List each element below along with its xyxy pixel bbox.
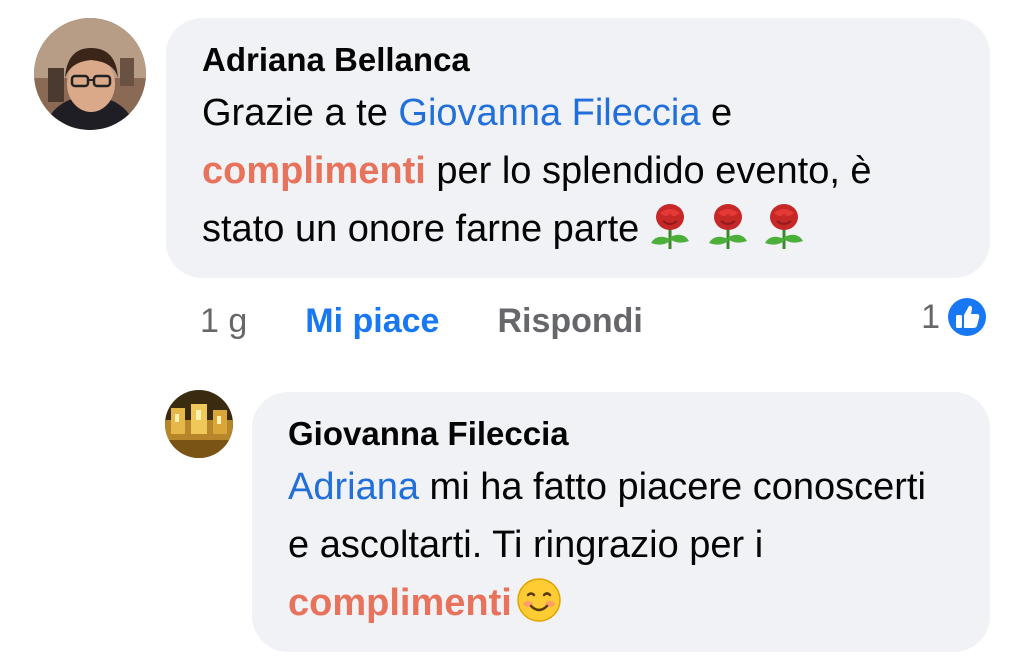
comment-bubble: Adriana Bellanca Grazie a te Giovanna Fi…	[166, 18, 990, 278]
comment-text-part: e	[700, 92, 733, 134]
rose-icon	[643, 203, 809, 266]
comment-thread: Adriana Bellanca Grazie a te Giovanna Fi…	[0, 0, 1024, 668]
profile-photo-giovanna	[165, 390, 233, 458]
reply-button[interactable]: Rispondi	[497, 302, 642, 341]
thumbs-up-icon	[944, 294, 990, 340]
reply-bubble: Giovanna Fileccia Adriana mi ha fatto pi…	[252, 392, 990, 652]
comment-timestamp[interactable]: 1 g	[200, 302, 247, 341]
mention-link[interactable]: Giovanna Fileccia	[398, 92, 700, 134]
smiling-face-icon	[516, 577, 562, 640]
comment-actions: 1 g Mi piace Rispondi	[200, 296, 643, 346]
avatar[interactable]	[34, 18, 146, 130]
avatar[interactable]	[165, 390, 233, 458]
reply-author[interactable]: Giovanna Fileccia	[288, 414, 954, 454]
comment-text-part: Grazie a te	[202, 92, 399, 134]
comment-author[interactable]: Adriana Bellanca	[202, 40, 954, 80]
reaction-count: 1	[921, 297, 940, 336]
reaction-summary[interactable]: 1	[921, 294, 990, 340]
comment-text: Grazie a te Giovanna Fileccia e complimen…	[202, 84, 954, 266]
highlighted-word: complimenti	[202, 150, 426, 192]
reply-text: Adriana mi ha fatto piacere conoscerti e…	[288, 458, 954, 640]
profile-photo-adriana	[34, 18, 146, 130]
like-button[interactable]: Mi piace	[305, 302, 439, 341]
mention-link[interactable]: Adriana	[288, 466, 419, 508]
highlighted-word: complimenti	[288, 582, 512, 624]
